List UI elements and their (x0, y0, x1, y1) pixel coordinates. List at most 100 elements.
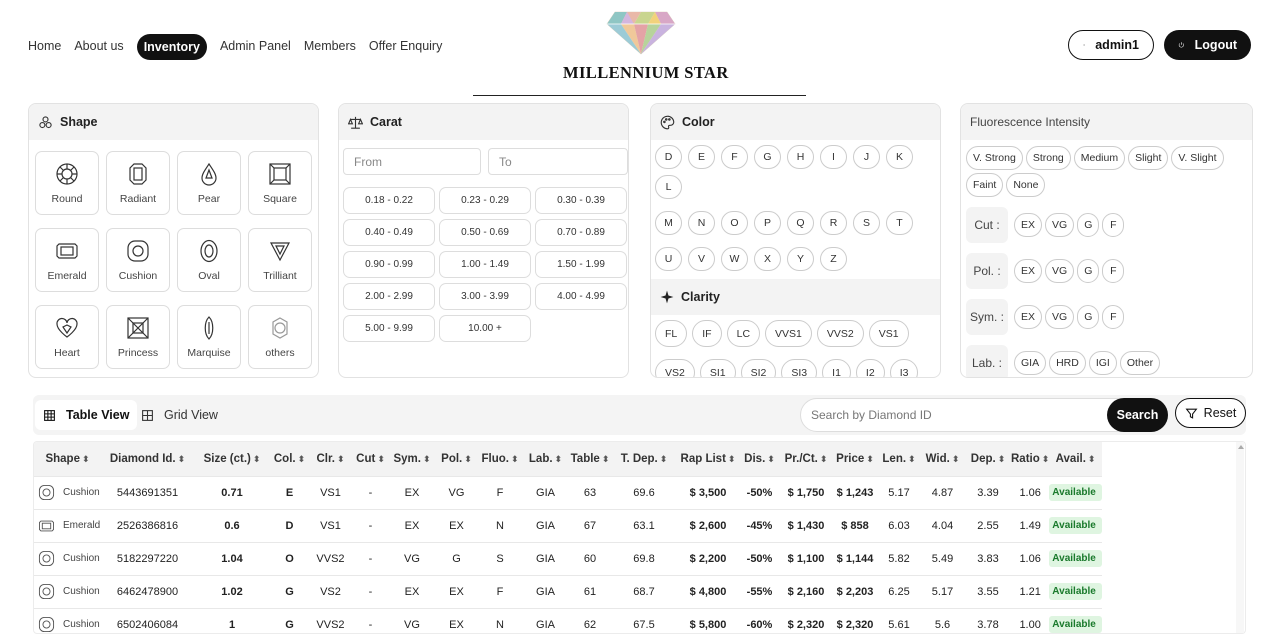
carat-range-chip[interactable]: 1.50 - 1.99 (535, 251, 627, 278)
color-option[interactable]: T (886, 211, 913, 235)
clarity-option[interactable]: SI1 (699, 359, 736, 377)
nav-home[interactable]: Home (28, 39, 61, 53)
column-header[interactable]: Sym. ⬍ (389, 442, 435, 476)
column-header[interactable]: Price ⬍ (832, 442, 878, 476)
shape-princess[interactable]: Princess (106, 305, 170, 369)
color-option[interactable]: R (820, 211, 847, 235)
clarity-option[interactable]: SI2 (740, 359, 777, 377)
grade-option[interactable]: F (1102, 259, 1125, 283)
grade-option[interactable]: G (1077, 305, 1100, 329)
carat-range-chip[interactable]: 0.30 - 0.39 (535, 187, 627, 214)
color-option[interactable]: D (655, 145, 682, 169)
color-option[interactable]: P (754, 211, 781, 235)
column-header[interactable]: Dis. ⬍ (739, 442, 780, 476)
shape-others[interactable]: others (248, 305, 312, 369)
clarity-option[interactable]: VVS1 (765, 320, 812, 347)
shape-marquise[interactable]: Marquise (177, 305, 241, 369)
column-header[interactable]: Rap List ⬍ (677, 442, 739, 476)
color-option[interactable]: K (886, 145, 913, 169)
clarity-option[interactable]: LC (726, 320, 761, 347)
shape-trilliant[interactable]: Trilliant (248, 228, 312, 292)
carat-range-chip[interactable]: 0.70 - 0.89 (535, 219, 627, 246)
search-button[interactable]: Search (1107, 398, 1168, 432)
column-header[interactable]: T. Dep. ⬍ (611, 442, 677, 476)
color-option[interactable]: M (655, 211, 682, 235)
column-header[interactable]: Wid. ⬍ (920, 442, 965, 476)
grade-option[interactable]: VG (1045, 213, 1075, 237)
color-option[interactable]: S (853, 211, 880, 235)
color-option[interactable]: J (853, 145, 880, 169)
table-scrollbar[interactable] (1236, 442, 1244, 633)
fluorescence-option[interactable]: V. Slight (1171, 146, 1224, 170)
column-header[interactable]: Fluo. ⬍ (478, 442, 522, 476)
carat-range-chip[interactable]: 0.23 - 0.29 (439, 187, 531, 214)
nav-about[interactable]: About us (74, 39, 123, 53)
column-header[interactable]: Col. ⬍ (270, 442, 309, 476)
carat-range-chip[interactable]: 1.00 - 1.49 (439, 251, 531, 278)
table-row[interactable]: Cushion 5182297220 1.04 O VVS2- VG G S GIA 60 69.8… (34, 541, 1102, 575)
shape-pear[interactable]: Pear (177, 151, 241, 215)
grade-option[interactable]: HRD (1049, 351, 1086, 375)
carat-range-chip[interactable]: 2.00 - 2.99 (343, 283, 435, 310)
column-header[interactable]: Cut ⬍ (352, 442, 389, 476)
grade-option[interactable]: F (1102, 305, 1125, 329)
shape-cushion[interactable]: Cushion (106, 228, 170, 292)
column-header[interactable]: Size (ct.) ⬍ (194, 442, 270, 476)
column-header[interactable]: Ratio ⬍ (1011, 442, 1050, 476)
shape-round[interactable]: Round (35, 151, 99, 215)
column-header[interactable]: Clr. ⬍ (309, 442, 352, 476)
table-row[interactable]: Cushion 6462478900 1.02 G VS2- EX EX F GIA 61 68.7… (34, 574, 1102, 608)
clarity-option[interactable]: VS1 (868, 320, 909, 347)
clarity-option[interactable]: I2 (855, 359, 885, 377)
carat-range-chip[interactable]: 5.00 - 9.99 (343, 315, 435, 342)
color-option[interactable]: Z (820, 247, 847, 271)
fluorescence-option[interactable]: Medium (1073, 146, 1126, 170)
shape-heart[interactable]: Heart (35, 305, 99, 369)
clarity-option[interactable]: I1 (822, 359, 851, 377)
brand-logo[interactable]: MILLENNIUM STAR (563, 10, 728, 83)
clarity-option[interactable]: SI3 (781, 359, 818, 377)
grade-option[interactable]: IGI (1088, 351, 1117, 375)
shape-square[interactable]: Square (248, 151, 312, 215)
column-header[interactable]: Avail. ⬍ (1049, 442, 1102, 476)
nav-inventory[interactable]: Inventory (136, 34, 207, 60)
column-header[interactable]: Pr./Ct. ⬍ (780, 442, 832, 476)
color-option[interactable]: F (721, 145, 748, 169)
column-header[interactable]: Pol. ⬍ (435, 442, 478, 476)
table-row[interactable]: Cushion 6502406084 1 G VVS2- VG EX N GIA 62 67.5 $ … (34, 607, 1102, 633)
clarity-option[interactable]: VS2 (655, 359, 695, 377)
grade-option[interactable]: EX (1014, 259, 1043, 283)
color-option[interactable]: W (721, 247, 748, 271)
grade-option[interactable]: VG (1045, 305, 1075, 329)
color-option[interactable]: N (688, 211, 715, 235)
clarity-option[interactable]: FL (655, 320, 688, 347)
carat-range-chip[interactable]: 3.00 - 3.99 (439, 283, 531, 310)
clarity-option[interactable]: I3 (889, 359, 919, 377)
color-option[interactable]: G (754, 145, 781, 169)
carat-range-chip[interactable]: 4.00 - 4.99 (535, 283, 627, 310)
column-header[interactable]: Dep. ⬍ (965, 442, 1011, 476)
clarity-option[interactable]: VVS2 (816, 320, 864, 347)
nav-offer-enquiry[interactable]: Offer Enquiry (369, 39, 442, 53)
color-option[interactable]: U (655, 247, 682, 271)
color-option[interactable]: O (721, 211, 748, 235)
shape-oval[interactable]: Oval (177, 228, 241, 292)
carat-range-chip[interactable]: 0.50 - 0.69 (439, 219, 531, 246)
logout-button[interactable]: Logout (1164, 30, 1251, 60)
color-option[interactable]: Y (787, 247, 814, 271)
color-option[interactable]: I (820, 145, 847, 169)
column-header[interactable]: Shape ⬍ (34, 442, 101, 476)
fluorescence-option[interactable]: V. Strong (966, 146, 1023, 170)
color-option[interactable]: V (688, 247, 715, 271)
carat-from-input[interactable]: From (343, 148, 481, 175)
color-option[interactable]: E (688, 145, 715, 169)
carat-range-chip[interactable]: 0.40 - 0.49 (343, 219, 435, 246)
nav-members[interactable]: Members (304, 39, 356, 53)
grade-option[interactable]: GIA (1014, 351, 1047, 375)
grade-option[interactable]: G (1077, 259, 1100, 283)
grade-option[interactable]: EX (1014, 305, 1043, 329)
grade-option[interactable]: F (1102, 213, 1125, 237)
grade-option[interactable]: EX (1014, 213, 1043, 237)
column-header[interactable]: Table ⬍ (569, 442, 611, 476)
fluorescence-option[interactable]: Faint (966, 173, 1004, 197)
